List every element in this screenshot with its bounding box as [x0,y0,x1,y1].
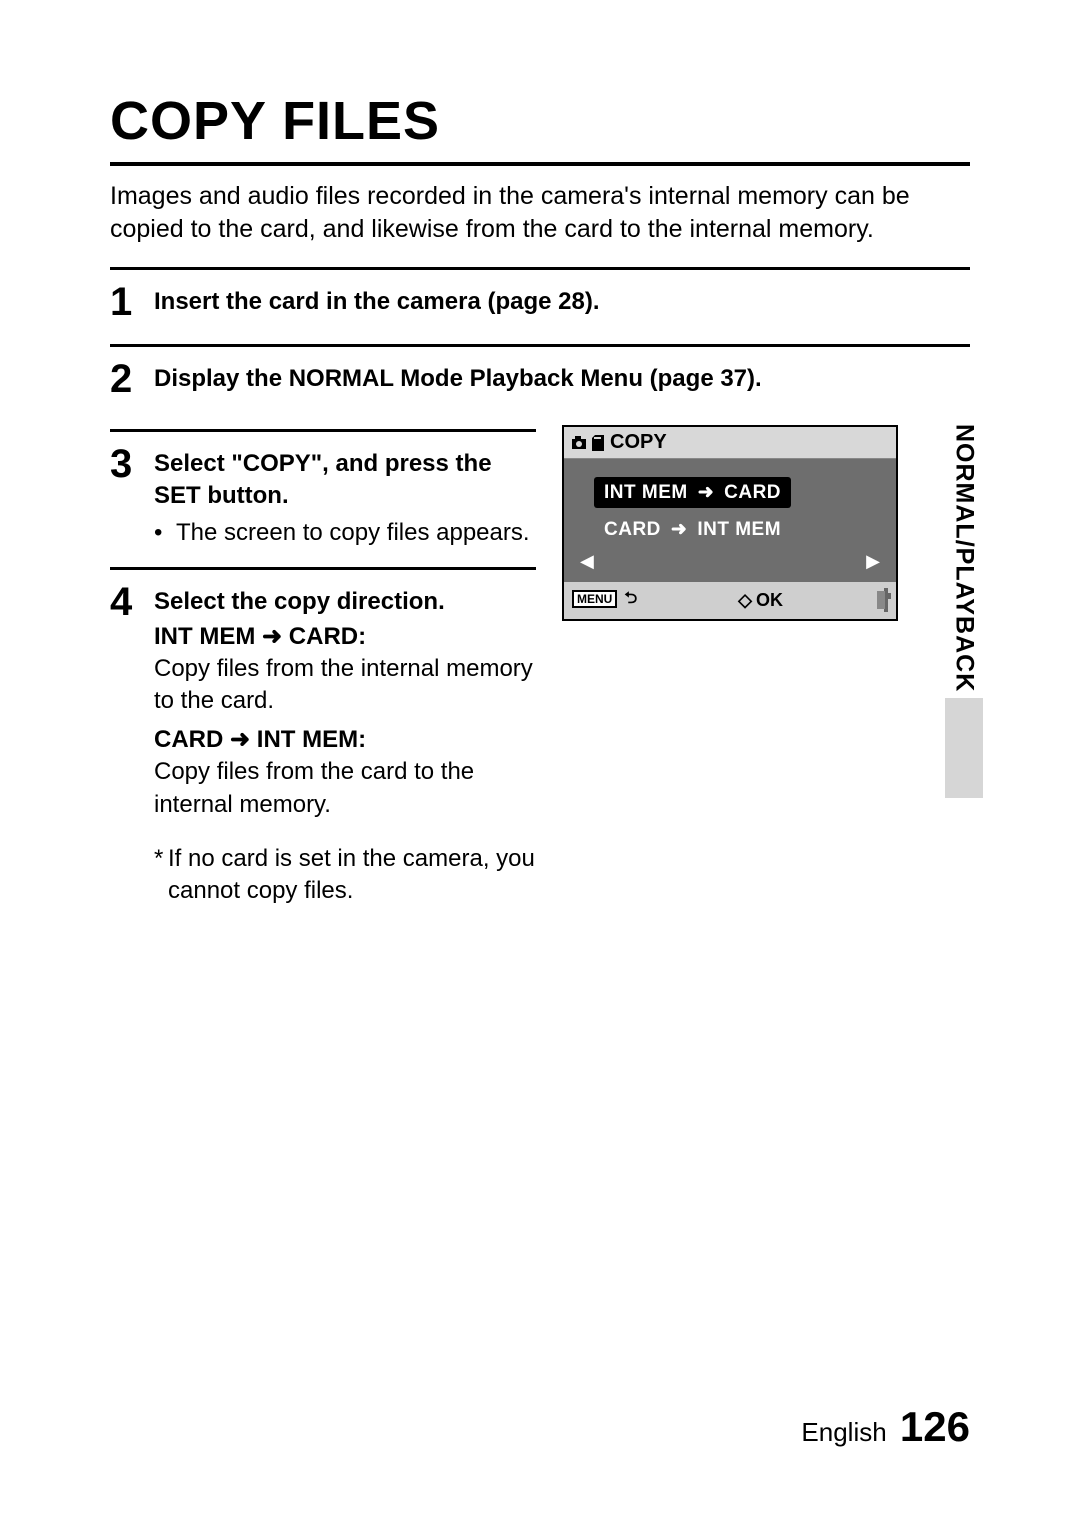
step-divider [110,267,970,270]
footer-language: English [801,1417,886,1447]
step-heading: Select the copy direction. [154,586,536,618]
opt-part: CARD [604,519,661,541]
battery-icon [884,590,888,611]
page-footer: English 126 [801,1403,970,1451]
step-3: 3 Select "COPY", and press the SET butto… [110,442,536,549]
step-4: 4 Select the copy direction. INT MEM ➜ C… [110,580,536,908]
step-heading: Insert the card in the camera (page 28). [154,288,600,315]
footer-page-number: 126 [900,1403,970,1450]
manual-page: COPY FILES Images and audio files record… [0,0,1080,1521]
bullet-icon: • [154,517,176,549]
camera-sd-icon [572,435,604,451]
lcd-footer: MENU ⮌ ◇ OK [564,582,896,619]
left-column: 3 Select "COPY", and press the SET butto… [110,421,536,908]
intro-text: Images and audio files recorded in the c… [110,180,970,245]
return-icon: ⮌ [624,590,637,607]
opt-part: INT MEM [697,519,781,541]
lcd-titlebar: COPY [564,427,896,459]
step-divider [110,344,970,347]
title-rule [110,162,970,166]
direction-1-label: INT MEM ➜ CARD: [154,621,536,653]
label-part: INT MEM [154,623,255,650]
bullet-text: The screen to copy files appears. [176,517,530,549]
step-body: Select "COPY", and press the SET button.… [154,442,536,549]
page-title: COPY FILES [110,90,970,152]
step-number: 4 [110,580,154,622]
label-part: CARD: [289,623,366,650]
direction-1-desc: Copy files from the internal memory to t… [154,653,536,718]
arrow-right-icon: ➜ [230,726,250,753]
step-number: 1 [110,280,154,322]
arrow-right-icon: ➜ [698,481,714,504]
step-heading: Display the NORMAL Mode Playback Menu (p… [154,365,762,392]
menu-box-icon: MENU [572,590,617,608]
opt-part: CARD [724,482,781,504]
right-column: COPY INT MEM ➜ CARD CARD ➜ INT MEM ◀ [562,421,970,621]
label-part: INT MEM: [257,726,366,753]
diamond-icon: ◇ [738,590,752,611]
step-number: 3 [110,442,154,484]
arrow-right-icon: ➜ [262,623,282,650]
lcd-nav-row: ◀ ▶ [574,549,886,572]
step-number: 2 [110,357,154,399]
step-heading: Select "COPY", and press the SET button. [154,448,536,513]
side-tab-marker [945,698,983,798]
direction-2-label: CARD ➜ INT MEM: [154,724,536,756]
step-divider [110,429,536,432]
step-body: Display the NORMAL Mode Playback Menu (p… [154,357,970,395]
step-divider [110,567,536,570]
two-column-region: 3 Select "COPY", and press the SET butto… [110,421,970,908]
footnote-text: If no card is set in the camera, you can… [168,843,536,908]
nav-left-icon: ◀ [580,551,594,572]
nav-right-icon: ▶ [866,551,880,572]
ok-label: OK [756,590,783,611]
lcd-menu-indicator: MENU ⮌ [572,587,637,614]
lcd-title-text: COPY [610,431,667,454]
step-body: Insert the card in the camera (page 28). [154,280,970,318]
lcd-option: CARD ➜ INT MEM [594,514,791,545]
label-part: CARD [154,726,223,753]
step-body: Select the copy direction. INT MEM ➜ CAR… [154,580,536,908]
lcd-ok-indicator: ◇ OK [738,590,783,611]
step-bullet: • The screen to copy files appears. [154,517,536,549]
side-tab: NORMAL/PLAYBACK [944,424,984,798]
side-tab-label: NORMAL/PLAYBACK [950,424,979,692]
arrow-right-icon: ➜ [671,518,687,541]
lcd-screen: COPY INT MEM ➜ CARD CARD ➜ INT MEM ◀ [562,425,898,621]
asterisk-icon: * [154,843,168,908]
opt-part: INT MEM [604,482,688,504]
footnote: * If no card is set in the camera, you c… [154,843,536,908]
step-1: 1 Insert the card in the camera (page 28… [110,280,970,322]
direction-2-desc: Copy files from the card to the internal… [154,756,536,821]
lcd-option-selected: INT MEM ➜ CARD [594,477,791,508]
lcd-body: INT MEM ➜ CARD CARD ➜ INT MEM ◀ ▶ [564,459,896,582]
step-2: 2 Display the NORMAL Mode Playback Menu … [110,357,970,399]
